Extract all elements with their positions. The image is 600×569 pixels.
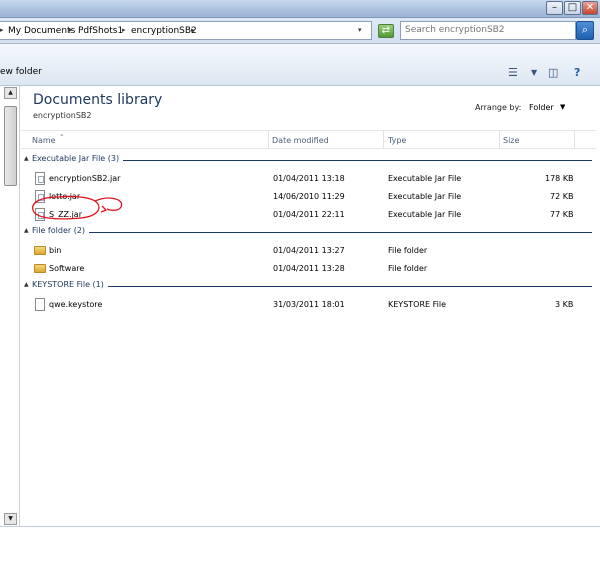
jar-file-icon [35,190,45,203]
refresh-icon[interactable]: ⇄ [378,24,394,38]
breadcrumb-separator-icon[interactable]: ▸ [122,26,126,34]
folder-icon [34,264,46,273]
group-divider [32,232,592,233]
group-header-file-folder[interactable]: ▲ File folder (2) [21,225,593,239]
folder-icon [34,246,46,255]
group-header-keystore[interactable]: ▲ KEYSTORE File (1) [21,279,593,293]
jar-file-icon [35,208,45,221]
address-bar[interactable]: ▸ My Documents ▸ PdfShots1 ▸ encryptionS… [0,21,372,40]
maximize-button[interactable]: □ [564,1,581,15]
group-label: Executable Jar File (3) [32,154,124,163]
collapse-icon[interactable]: ▲ [24,281,29,288]
breadcrumb-separator-icon: ▸ [0,26,4,34]
column-divider[interactable] [268,131,269,149]
minimize-button[interactable]: – [546,1,563,15]
collapse-icon[interactable]: ▲ [24,155,29,162]
arrange-by-dropdown-icon[interactable]: ▼ [560,103,565,111]
file-type: KEYSTORE File [388,300,446,309]
group-label: File folder (2) [32,226,90,235]
search-input[interactable] [401,22,571,38]
library-title: Documents library [33,92,163,108]
column-header: Name ˄ Date modified Type Size [21,130,596,149]
sort-ascending-icon: ˄ [60,134,64,142]
breadcrumb-my-documents[interactable]: My Documents [8,26,75,36]
keystore-file-icon [35,298,45,311]
status-bar [0,526,600,569]
file-name: encryptionSB2.jar [49,174,121,183]
file-type: File folder [388,264,428,273]
group-label: KEYSTORE File (1) [32,280,108,289]
file-date: 01/04/2011 13:18 [273,174,345,183]
list-item[interactable]: S_ZZ.jar 01/04/2011 22:11 Executable Jar… [21,206,593,224]
file-name: qwe.keystore [49,300,103,309]
file-name: Software [49,264,85,273]
column-divider[interactable] [574,131,575,149]
command-bar: ew folder ☰ ▼ ◫ ? [0,44,600,86]
list-item[interactable]: Software 01/04/2011 13:28 File folder [21,260,593,278]
column-divider[interactable] [383,131,384,149]
help-icon[interactable]: ? [574,66,580,79]
arrange-by-label: Arrange by: [475,103,522,112]
column-date-modified[interactable]: Date modified [272,136,329,145]
list-item[interactable]: lotto.jar 14/06/2010 11:29 Executable Ja… [21,188,593,206]
breadcrumb-encryptionsb2[interactable]: encryptionSB2 [131,26,197,36]
column-divider[interactable] [499,131,500,149]
file-name: lotto.jar [49,192,81,201]
file-name: S_ZZ.jar [49,210,82,219]
column-type[interactable]: Type [388,136,406,145]
file-size: 3 KB [555,300,574,309]
search-box[interactable] [400,21,576,40]
breadcrumb-separator-icon[interactable]: ▸ [69,26,73,34]
arrange-by-value[interactable]: Folder [529,103,554,112]
file-type: Executable Jar File [388,192,462,201]
view-options-icon[interactable]: ☰ [508,66,518,79]
file-name: bin [49,246,62,255]
group-header-executable-jar[interactable]: ▲ Executable Jar File (3) [21,153,593,167]
breadcrumb-separator-icon[interactable]: ▸ [191,26,195,34]
address-row: ▸ My Documents ▸ PdfShots1 ▸ encryptionS… [0,18,600,44]
file-date: 01/04/2011 22:11 [273,210,345,219]
list-item[interactable]: bin 01/04/2011 13:27 File folder [21,242,593,260]
jar-file-icon [35,172,45,185]
new-folder-button[interactable]: ew folder [0,67,42,77]
preview-pane-icon[interactable]: ◫ [548,66,558,79]
scrollbar-thumb[interactable] [4,106,17,186]
file-list-pane: Documents library encryptionSB2 Arrange … [21,86,600,526]
file-type: File folder [388,246,428,255]
file-date: 01/04/2011 13:27 [273,246,345,255]
navigation-pane: ▲ ▼ [0,86,20,526]
file-size: 77 KB [550,210,574,219]
column-size[interactable]: Size [503,136,519,145]
title-bar: – □ ✕ [0,0,600,18]
view-dropdown-icon[interactable]: ▼ [531,68,537,77]
list-item[interactable]: qwe.keystore 31/03/2011 18:01 KEYSTORE F… [21,296,593,314]
group-divider [32,286,592,287]
file-date: 14/06/2010 11:29 [273,192,345,201]
address-history-dropdown-icon[interactable]: ▾ [358,26,362,34]
file-size: 72 KB [550,192,574,201]
collapse-icon[interactable]: ▲ [24,227,29,234]
file-type: Executable Jar File [388,174,462,183]
file-date: 31/03/2011 18:01 [273,300,345,309]
scroll-down-icon[interactable]: ▼ [4,513,17,525]
breadcrumb-pdfshots1[interactable]: PdfShots1 [78,26,123,36]
column-name[interactable]: Name [32,136,56,145]
scroll-up-icon[interactable]: ▲ [4,87,17,99]
search-icon[interactable]: ⌕ [576,21,594,40]
file-size: 178 KB [545,174,574,183]
file-date: 01/04/2011 13:28 [273,264,345,273]
library-subtitle: encryptionSB2 [33,111,92,120]
close-button[interactable]: ✕ [582,1,598,15]
list-item[interactable]: encryptionSB2.jar 01/04/2011 13:18 Execu… [21,170,593,188]
file-type: Executable Jar File [388,210,462,219]
